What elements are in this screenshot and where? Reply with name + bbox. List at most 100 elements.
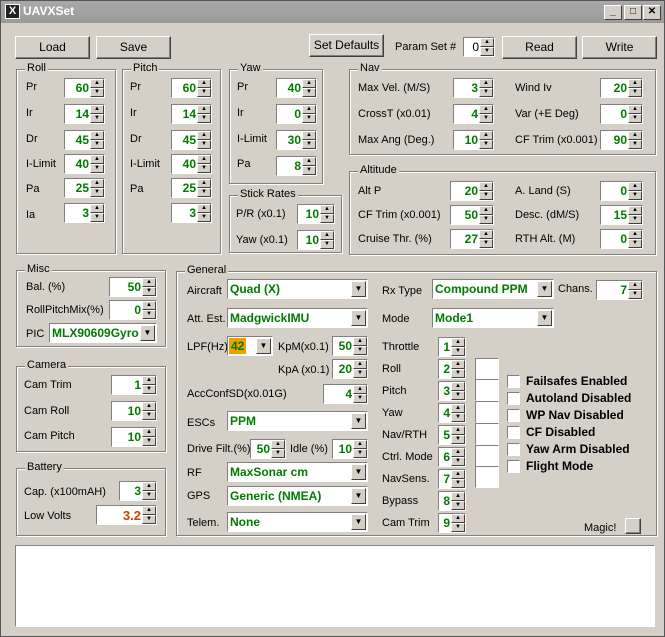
pitch-ir-spinner[interactable]: 14 ▲ ▼ [171, 104, 212, 124]
stick-pr-spinner[interactable]: 10 ▲ ▼ [297, 204, 335, 224]
cam-trim-spinner[interactable]: 1 ▲ ▼ [111, 375, 157, 395]
roll-pa-label: Pa [26, 183, 40, 195]
pitch-dr-spinner[interactable]: 45 ▲ ▼ [171, 130, 212, 150]
flag-checkbox[interactable] [507, 460, 520, 473]
cam-roll-spinner[interactable]: 10 ▲ ▼ [111, 401, 157, 421]
param-set-spinner[interactable]: 0 ▲ ▼ [463, 37, 495, 57]
log-textarea[interactable] [15, 545, 655, 627]
alt-cruise-spinner[interactable]: 27 ▲ ▼ [450, 229, 494, 249]
chevron-down-icon[interactable]: ▼ [351, 281, 366, 297]
read-button[interactable]: Read [502, 36, 577, 59]
stick-yaw-spinner[interactable]: 10 ▲ ▼ [297, 230, 335, 250]
rx-type-select[interactable]: Compound PPM ▼ [432, 279, 554, 299]
chevron-down-icon[interactable]: ▼ [351, 514, 366, 530]
misc-rpm-spinner[interactable]: 0 ▲ ▼ [109, 300, 157, 320]
flag-checkbox[interactable] [507, 426, 520, 439]
acc-conf-label: AccConfSD(x0.01G) [187, 388, 287, 400]
roll-ilimit-spinner[interactable]: 40 ▲ ▼ [64, 154, 105, 174]
chevron-down-icon[interactable]: ▼ [537, 281, 552, 297]
idle-spinner[interactable]: 10 ▲ ▼ [332, 439, 368, 459]
idle-label: Idle (%) [290, 443, 328, 455]
pitch-ilimit-spinner[interactable]: 40 ▲ ▼ [171, 154, 212, 174]
chevron-down-icon[interactable]: ▼ [256, 338, 271, 354]
gps-select[interactable]: Generic (NMEA) ▼ [227, 486, 368, 506]
yaw-pa-spinner[interactable]: 8 ▲ ▼ [276, 156, 317, 176]
misc-bal-spinner[interactable]: 50 ▲ ▼ [109, 277, 157, 297]
yaw-ilimit-spinner[interactable]: 30 ▲ ▼ [276, 130, 317, 150]
close-icon[interactable]: ✕ [643, 5, 661, 20]
kpa-spinner[interactable]: 20 ▲ ▼ [332, 359, 368, 379]
roll-ia-spinner[interactable]: 3 ▲ ▼ [64, 203, 105, 223]
nav-wind-spinner[interactable]: 20 ▲ ▼ [600, 78, 643, 98]
alt-p-spinner[interactable]: 20 ▲ ▼ [450, 181, 494, 201]
acc-conf-spinner[interactable]: 4 ▲ ▼ [323, 384, 368, 404]
channel-spinner[interactable]: 3 ▲ ▼ [438, 381, 466, 401]
yaw-pr-spinner[interactable]: 40 ▲ ▼ [276, 78, 317, 98]
chans-spinner[interactable]: 7 ▲ ▼ [596, 280, 643, 300]
channel-spinner[interactable]: 4 ▲ ▼ [438, 403, 466, 423]
pic-select[interactable]: MLX90609Gyro ▼ [49, 323, 157, 343]
chevron-down-icon[interactable]: ▼ [351, 464, 366, 480]
aircraft-select[interactable]: Quad (X) ▼ [227, 279, 368, 299]
battery-low-spinner[interactable]: 3.2 ▲ ▼ [96, 505, 157, 525]
channel-spinner[interactable]: 9 ▲ ▼ [438, 513, 466, 533]
yaw-ir-spinner[interactable]: 0 ▲ ▼ [276, 104, 317, 124]
pitch-pa-spinner[interactable]: 25 ▲ ▼ [171, 178, 212, 198]
flag-checkbox[interactable] [507, 392, 520, 405]
indicator-box [475, 379, 499, 401]
title-bar: X UAVXSet _ □ ✕ [1, 1, 664, 23]
write-button[interactable]: Write [582, 36, 657, 59]
set-defaults-button[interactable]: Set Defaults [309, 34, 384, 57]
att-est-select[interactable]: MadgwickIMU ▼ [227, 308, 368, 328]
channel-spinner[interactable]: 5 ▲ ▼ [438, 425, 466, 445]
minimize-icon[interactable]: _ [604, 5, 622, 20]
roll-ilimit-label: I-Limit [26, 158, 56, 170]
battery-cap-spinner[interactable]: 3 ▲ ▼ [119, 481, 157, 501]
pitch-pr-spinner[interactable]: 60 ▲ ▼ [171, 78, 212, 98]
load-button[interactable]: Load [15, 36, 90, 59]
chevron-down-icon[interactable]: ▼ [351, 310, 366, 326]
telem-select[interactable]: None ▼ [227, 512, 368, 532]
cam-pitch-label: Cam Pitch [24, 430, 75, 442]
alt-rth-label: RTH Alt. (M) [515, 233, 576, 245]
rf-select[interactable]: MaxSonar cm ▼ [227, 462, 368, 482]
spinner-arrows-icon[interactable]: ▲ ▼ [480, 38, 494, 56]
kpm-spinner[interactable]: 50 ▲ ▼ [332, 336, 368, 356]
roll-dr-spinner[interactable]: 45 ▲ ▼ [64, 130, 105, 150]
chevron-down-icon[interactable]: ▼ [351, 488, 366, 504]
nav-max-vel-spinner[interactable]: 3 ▲ ▼ [453, 78, 494, 98]
alt-desc-spinner[interactable]: 15 ▲ ▼ [600, 205, 643, 225]
chevron-down-icon[interactable]: ▼ [351, 413, 366, 429]
alt-cf-trim-spinner[interactable]: 50 ▲ ▼ [450, 205, 494, 225]
magic-button[interactable] [625, 518, 641, 534]
flag-checkbox[interactable] [507, 409, 520, 422]
alt-rth-spinner[interactable]: 0 ▲ ▼ [600, 229, 643, 249]
nav-var-spinner[interactable]: 0 ▲ ▼ [600, 104, 643, 124]
nav-cf-trim-spinner[interactable]: 90 ▲ ▼ [600, 130, 643, 150]
flag-checkbox[interactable] [507, 375, 520, 388]
save-button[interactable]: Save [96, 36, 171, 59]
channel-spinner[interactable]: 6 ▲ ▼ [438, 447, 466, 467]
maximize-icon[interactable]: □ [624, 5, 642, 20]
drive-filt-spinner[interactable]: 50 ▲ ▼ [250, 439, 286, 459]
escs-select[interactable]: PPM ▼ [227, 411, 368, 431]
pitch-ia-spinner[interactable]: 3 ▲ ▼ [171, 203, 212, 223]
channel-spinner[interactable]: 1 ▲ ▼ [438, 337, 466, 357]
channel-spinner[interactable]: 8 ▲ ▼ [438, 491, 466, 511]
cam-pitch-spinner[interactable]: 10 ▲ ▼ [111, 427, 157, 447]
roll-pr-spinner[interactable]: 60 ▲ ▼ [64, 78, 105, 98]
lpf-select[interactable]: 42 ▼ [227, 336, 273, 356]
chevron-down-icon[interactable]: ▼ [537, 310, 552, 326]
channel-spinner[interactable]: 2 ▲ ▼ [438, 359, 466, 379]
nav-max-ang-spinner[interactable]: 10 ▲ ▼ [453, 130, 494, 150]
alt-aland-spinner[interactable]: 0 ▲ ▼ [600, 181, 643, 201]
magic-label: Magic! [584, 522, 617, 534]
chevron-down-icon[interactable]: ▼ [140, 325, 155, 341]
channel-spinner[interactable]: 7 ▲ ▼ [438, 469, 466, 489]
channel-label: Cam Trim [382, 517, 430, 529]
nav-cross-spinner[interactable]: 4 ▲ ▼ [453, 104, 494, 124]
roll-ir-spinner[interactable]: 14 ▲ ▼ [64, 104, 105, 124]
mode-select[interactable]: Mode1 ▼ [432, 308, 554, 328]
flag-checkbox[interactable] [507, 443, 520, 456]
roll-pa-spinner[interactable]: 25 ▲ ▼ [64, 178, 105, 198]
